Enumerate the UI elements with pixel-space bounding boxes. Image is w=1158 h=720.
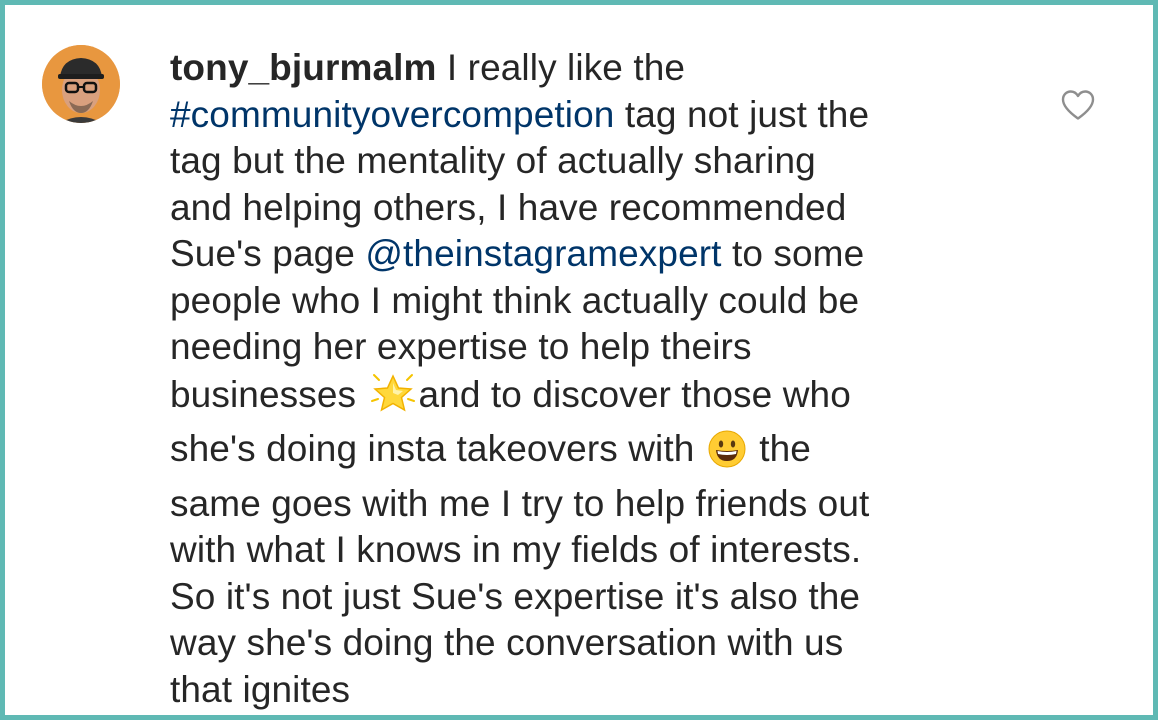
comment-line-9: she's doing insta takeovers with the <box>170 426 1000 481</box>
comment-line-12: So it's not just Sue's expertise it's al… <box>170 575 861 617</box>
comment-text-segment: she's doing insta takeovers with <box>170 428 705 469</box>
comment-card: tony_bjurmalm I really like the #communi… <box>0 0 1158 720</box>
comment-text: tony_bjurmalm I really like the #communi… <box>170 45 1000 713</box>
comment-line-7: needing her expertise to help theirs <box>170 326 752 367</box>
comment-line-11: with what I knows in my fields of intere… <box>170 529 862 570</box>
comment-line-4: and helping others, I have recommended <box>170 186 847 228</box>
comment-text-segment: to some <box>721 233 865 274</box>
comment-line-1: tony_bjurmalm I really like the <box>170 45 1000 92</box>
comment-text-segment: I really like the <box>436 47 686 88</box>
mention-link[interactable]: @theinstagramexpert <box>365 233 721 274</box>
comment-text-segment: tag not just the <box>614 93 870 135</box>
grinning-face-emoji-icon <box>707 429 747 481</box>
comment-line-8: businesses and to discover those who <box>170 371 1000 427</box>
like-heart-icon[interactable] <box>1060 89 1096 121</box>
user-avatar[interactable] <box>42 45 120 123</box>
comment-text-segment: businesses <box>170 373 367 415</box>
comment-line-10: same goes with me I try to help friends … <box>170 482 870 524</box>
comment-text-segment: Sue's page <box>170 233 366 274</box>
comment-line-6: people who I might think actually could … <box>170 279 860 321</box>
glowing-star-emoji-icon <box>369 371 417 427</box>
comment-line-5: Sue's page @theinstagramexpert to some <box>170 231 1000 278</box>
comment-line-2: #communityovercompetion tag not just the <box>170 92 1000 139</box>
hashtag-link[interactable]: #communityovercompetion <box>170 94 614 135</box>
comment-line-13: way she's doing the conversation with us <box>170 622 844 663</box>
comment-line-3: tag but the mentality of actually sharin… <box>170 140 816 181</box>
comment-text-segment: and to discover those who <box>418 373 851 415</box>
comment-line-14: that ignites <box>170 668 351 710</box>
comment-username[interactable]: tony_bjurmalm <box>170 47 437 88</box>
comment-text-segment: the <box>748 428 811 469</box>
